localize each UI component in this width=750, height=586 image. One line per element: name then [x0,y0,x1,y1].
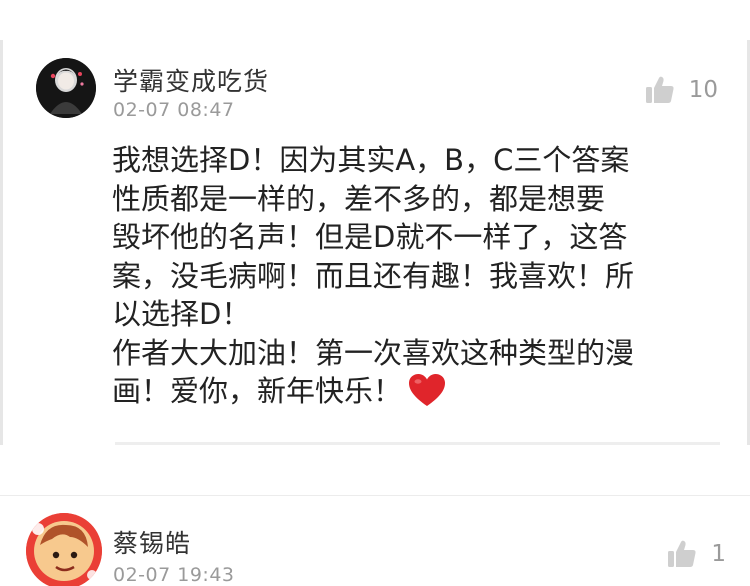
like-button[interactable]: 1 [667,540,726,568]
comment-line: 毁坏他的名声！但是D就不一样了，这答 [112,220,628,254]
divider [115,442,720,445]
comment-item: 蔡锡皓 02-07 19:43 1 [0,495,750,586]
timestamp: 02-07 19:43 [113,564,235,586]
comment-body: 我想选择D！因为其实A，B，C三个答案 性质都是一样的，差不多的，都是想要 毁坏… [112,141,722,417]
avatar-illustration [26,513,102,586]
timestamp: 02-07 08:47 [113,99,235,121]
comment-line: 我想选择D！因为其实A，B，C三个答案 [112,143,630,177]
comment-feed: 学霸变成吃货 02-07 08:47 10 我想选择D！因为其实A，B，C三个答… [0,0,750,586]
comment-item: 学霸变成吃货 02-07 08:47 10 我想选择D！因为其实A，B，C三个答… [0,0,750,450]
comment-line: 案，没毛病啊！而且还有趣！我喜欢！所 [112,258,635,293]
comment-line: 以选择D！ [112,297,251,331]
comment-last-line: 画！爱你，新年快乐！ [112,372,722,417]
like-count: 1 [711,541,726,567]
thumbs-up-icon [668,540,696,567]
username[interactable]: 蔡锡皓 [113,524,191,560]
thumbs-up-icon [645,76,674,103]
like-count: 10 [688,77,718,103]
avatar[interactable] [36,58,96,118]
username[interactable]: 学霸变成吃货 [113,62,269,98]
spacer [0,450,750,495]
heart-icon [408,373,446,417]
comment-line: 作者大大加油！第一次喜欢这种类型的漫 [112,335,635,370]
avatar[interactable] [26,513,102,586]
comment-line: 画！爱你，新年快乐！ [112,374,403,408]
comment-line: 性质都是一样的，差不多的，都是想要 [112,181,606,216]
avatar-illustration [36,58,96,118]
like-button[interactable]: 10 [645,76,718,104]
